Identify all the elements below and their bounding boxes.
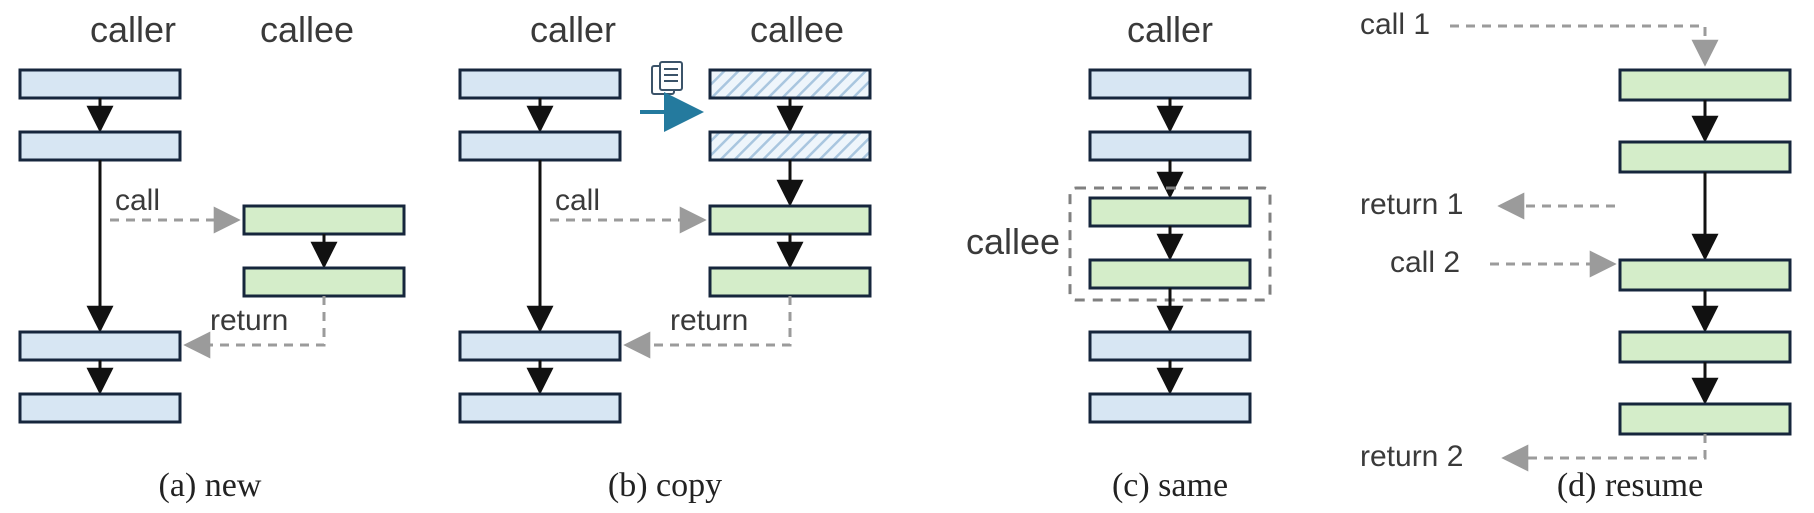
panel-a-caller-header: caller bbox=[90, 9, 176, 50]
callee-block bbox=[244, 206, 404, 234]
panel-d-caption: (d) resume bbox=[1557, 467, 1703, 504]
caller-block bbox=[460, 70, 620, 98]
caller-block bbox=[20, 132, 180, 160]
panel-a-call-label: call bbox=[115, 184, 160, 217]
panel-b-caller-header: caller bbox=[530, 9, 616, 50]
panel-b-callee-col bbox=[710, 70, 870, 296]
panel-a-callee-header: callee bbox=[260, 9, 354, 50]
panel-b: caller callee bbox=[460, 9, 870, 504]
callee-block bbox=[244, 268, 404, 296]
panel-c-stack: callee bbox=[966, 70, 1270, 422]
panel-d-stack bbox=[1620, 70, 1790, 434]
callee-block bbox=[1620, 142, 1790, 172]
caller-block bbox=[20, 332, 180, 360]
panel-c-callee-header: callee bbox=[966, 221, 1060, 262]
panel-c: caller callee (c) same bbox=[966, 9, 1270, 504]
callee-block bbox=[1090, 198, 1250, 226]
panel-b-callee-header: callee bbox=[750, 9, 844, 50]
panel-a-callee-col bbox=[244, 206, 404, 296]
callee-block bbox=[1620, 404, 1790, 434]
panel-a-caller-col bbox=[20, 70, 180, 422]
callee-block bbox=[710, 268, 870, 296]
caller-block bbox=[1090, 70, 1250, 98]
callee-block bbox=[710, 206, 870, 234]
callee-block bbox=[1620, 332, 1790, 362]
panel-c-caller-header: caller bbox=[1127, 9, 1213, 50]
caller-block bbox=[1090, 332, 1250, 360]
caller-block bbox=[460, 132, 620, 160]
panel-b-caption: (b) copy bbox=[608, 467, 722, 504]
caller-block bbox=[460, 394, 620, 422]
panel-d-return2-label: return 2 bbox=[1360, 440, 1463, 473]
panel-d-call2-label: call 2 bbox=[1390, 246, 1460, 279]
callee-copied-block bbox=[710, 132, 870, 160]
panel-b-call-label: call bbox=[555, 184, 600, 217]
panel-a-caption: (a) new bbox=[159, 467, 262, 504]
panel-a: caller callee call return (a) new bbox=[20, 9, 404, 504]
panel-b-return-label: return bbox=[670, 304, 748, 337]
diagram-root: caller callee call return (a) new caller bbox=[0, 0, 1814, 513]
panel-d: call 1 return 1 call 2 return 2 (d) resu… bbox=[1360, 8, 1790, 504]
caller-block bbox=[20, 394, 180, 422]
panel-d-return1-label: return 1 bbox=[1360, 188, 1463, 221]
callee-block bbox=[1620, 70, 1790, 100]
caller-block bbox=[20, 70, 180, 98]
panel-d-call1-label: call 1 bbox=[1360, 8, 1430, 41]
panel-c-caption: (c) same bbox=[1112, 467, 1228, 504]
callee-copied-block bbox=[710, 70, 870, 98]
caller-block bbox=[460, 332, 620, 360]
call1-arrow bbox=[1450, 26, 1705, 64]
caller-block bbox=[1090, 132, 1250, 160]
callee-block bbox=[1620, 260, 1790, 290]
return2-arrow bbox=[1504, 434, 1705, 458]
callee-block bbox=[1090, 260, 1250, 288]
copy-icon bbox=[652, 62, 682, 94]
caller-block bbox=[1090, 394, 1250, 422]
panel-b-caller-col bbox=[460, 70, 620, 422]
panel-a-return-label: return bbox=[210, 304, 288, 337]
